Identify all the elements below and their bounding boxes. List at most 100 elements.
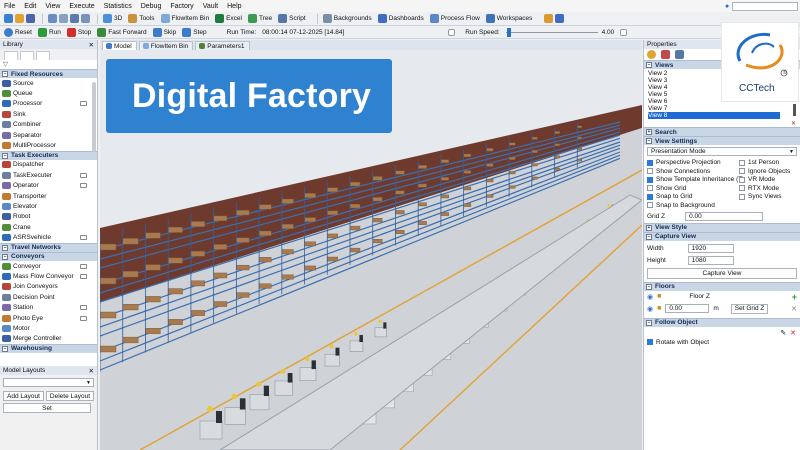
view-list-item[interactable]: View 7 [648,105,780,112]
add-floor-icon[interactable]: + [792,292,797,302]
close-icon[interactable]: ✕ [89,367,94,375]
search-input[interactable]: ● [725,1,798,11]
menu-factory[interactable]: Factory [170,3,193,10]
checkbox-snap-to-grid[interactable]: Snap to Grid [647,193,739,200]
checkbox[interactable] [647,159,653,166]
collapse-icon[interactable]: + [646,224,652,231]
delete-layout-button[interactable]: Delete Layout [45,391,94,401]
clear-icon[interactable]: ✕ [790,329,796,337]
library-item-decision-point[interactable]: Decision Point [0,292,97,302]
tools-button[interactable]: Tools [128,14,155,23]
library-item-robot[interactable]: Robot [0,212,97,222]
collapse-icon[interactable]: + [646,129,652,135]
gear-icon[interactable] [647,50,656,59]
add-layout-button[interactable]: Add Layout [3,391,44,401]
library-item-processor[interactable]: Processor [0,99,97,109]
gear-icon[interactable] [544,14,554,23]
menu-execute[interactable]: Execute [69,3,94,10]
collapse-icon[interactable]: – [2,152,8,159]
checkbox-snap-to-background[interactable]: Snap to Background [647,202,739,209]
menu-statistics[interactable]: Statistics [104,3,132,10]
selection-icon[interactable] [70,14,79,23]
lock-icon[interactable]: ■ [657,293,661,300]
library-item-queue[interactable]: Queue [0,88,97,98]
eyedropper-icon[interactable]: ✎ [780,329,786,337]
run-speed-dropdown-icon[interactable] [620,28,628,36]
menu-debug[interactable]: Debug [141,3,162,10]
remove-floor-icon[interactable]: ✕ [791,305,797,313]
stop-button[interactable]: Stop [66,27,91,37]
collapse-icon[interactable]: – [2,253,8,260]
library-item-transporter[interactable]: Transporter [0,191,97,201]
close-icon[interactable]: ✕ [89,41,94,49]
checkbox[interactable] [647,176,653,183]
skip-button[interactable]: Skip [152,27,176,37]
library-item-crane[interactable]: Crane [0,222,97,232]
open-folder-icon[interactable] [15,14,24,23]
library-tab[interactable] [36,51,50,60]
floor-z-input[interactable]: 0.00 [665,304,710,313]
excel-button[interactable]: Excel [215,14,242,23]
library-item-asrsvehicle[interactable]: ASRSvehicle [0,232,97,242]
menu-vault[interactable]: Vault [203,3,218,10]
process-flow-button[interactable]: Process Flow [429,14,480,23]
object-options-icon[interactable] [80,263,87,269]
checkbox[interactable] [739,168,745,174]
workspaces-button[interactable]: Workspaces [485,14,532,23]
lock-icon[interactable]: ■ [657,305,661,312]
library-item-merge-controller[interactable]: Merge Controller [0,334,97,344]
run-button[interactable]: Run [37,27,61,37]
checkbox-show-grid[interactable]: Show Grid [647,185,739,192]
floor-name[interactable]: Floor Z [689,293,710,300]
set-layout-button[interactable]: Set [3,403,91,413]
eye-icon[interactable]: ◉ [647,305,653,313]
library-item-combiner[interactable]: Combiner [0,120,97,130]
step-button[interactable]: Step [182,27,207,37]
menu-view[interactable]: View [45,3,60,10]
checkbox-show-template-inheritance-t[interactable]: Show Template Inheritance (T) [647,176,744,183]
object-options-icon[interactable] [80,183,87,189]
checkbox-rtx-mode[interactable]: RTX Mode [739,185,799,192]
collapse-icon[interactable]: – [2,345,8,352]
dashboards-button[interactable]: Dashboards [377,14,424,23]
object-options-icon[interactable] [80,101,87,107]
view-list-item[interactable]: View 8 [648,112,780,119]
checkbox-1st-person[interactable]: 1st Person [739,159,799,166]
model-3d-view[interactable]: Digital Factory [100,50,642,450]
tab-model[interactable]: Model [102,41,137,50]
checkbox-sync-views[interactable]: Sync Views [739,193,799,200]
checkbox[interactable] [647,185,653,191]
heart-icon[interactable] [661,50,670,59]
checkbox[interactable] [647,168,653,174]
view-style-section-header[interactable]: + View Style [644,222,800,232]
capture-view-button[interactable]: Capture View [647,267,797,279]
views-list-scrollbar[interactable] [793,104,796,116]
collapse-icon[interactable]: – [2,71,8,77]
checkbox[interactable] [739,193,745,200]
run-time-dropdown-icon[interactable] [448,28,456,36]
collapse-icon[interactable]: – [646,233,652,240]
presentation-mode-select[interactable]: Presentation Mode ▼ [647,147,797,156]
collapse-icon[interactable]: – [646,319,652,326]
collapse-icon[interactable]: – [646,62,652,68]
new-model-icon[interactable] [4,14,13,23]
library-category[interactable]: – Task Executers [0,150,97,160]
checkbox-perspective-projection[interactable]: Perspective Projection [647,159,739,166]
collapse-icon[interactable]: – [646,283,652,290]
checkbox[interactable] [739,176,745,183]
backgrounds-button[interactable]: Backgrounds [322,14,372,23]
library-item-operator[interactable]: Operator [0,181,97,191]
floors-section-header[interactable]: – Floors [644,281,800,291]
height-input[interactable]: 1080 [687,255,734,265]
width-input[interactable]: 1920 [687,243,734,253]
eye-icon[interactable]: ◉ [647,293,653,301]
library-item-sink[interactable]: Sink [0,109,97,119]
tree-button[interactable]: Tree [247,14,272,23]
menu-edit[interactable]: Edit [24,3,36,10]
set-grid-z-button[interactable]: Set Grid Z [730,303,769,314]
object-options-icon[interactable] [80,315,87,321]
grid-icon[interactable] [81,14,90,23]
library-tab[interactable] [20,51,34,60]
object-options-icon[interactable] [80,235,87,241]
library-scrollbar[interactable] [92,82,96,152]
